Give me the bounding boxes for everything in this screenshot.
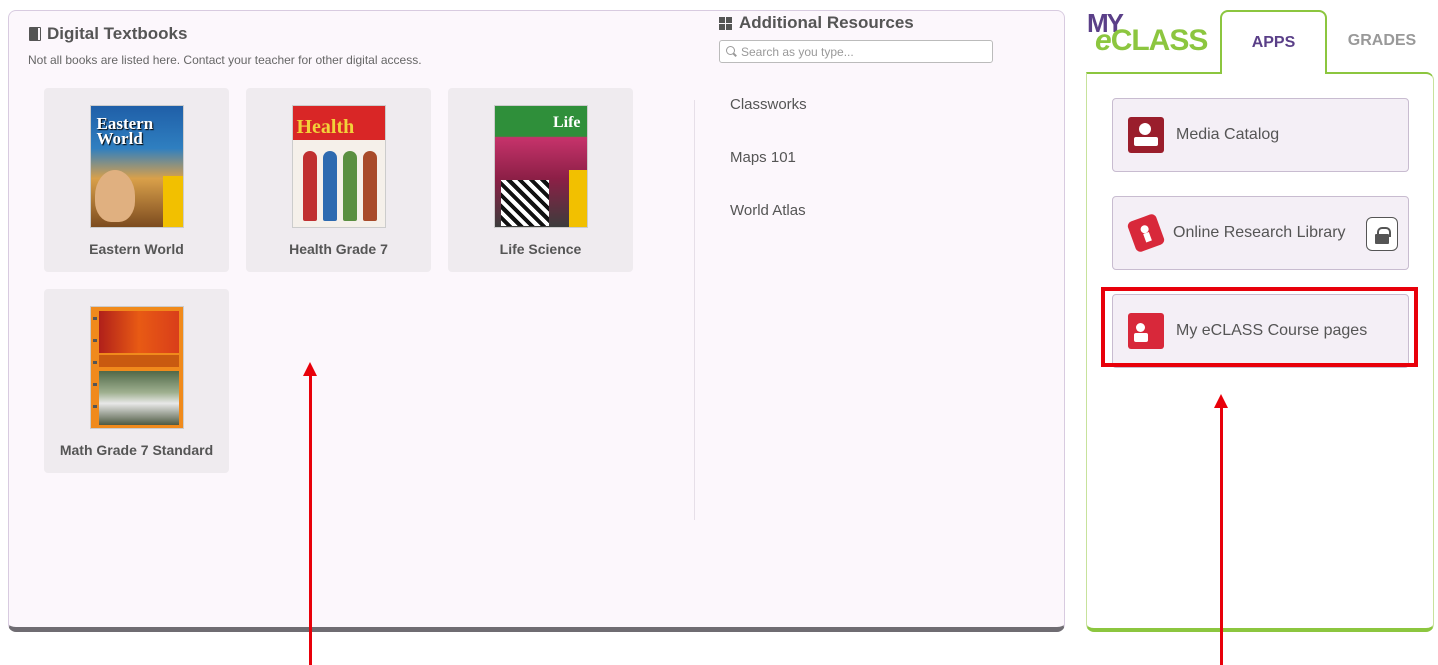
book-icon xyxy=(29,27,41,41)
resource-item-maps-101[interactable]: Maps 101 xyxy=(730,149,796,166)
book-title[interactable]: Life Science xyxy=(448,241,633,257)
search-icon xyxy=(726,46,737,57)
book-cover-eastern-world[interactable]: Eastern World xyxy=(89,105,184,228)
resource-item-world-atlas[interactable]: World Atlas xyxy=(730,202,806,219)
logo-eclass: eCLASS xyxy=(1095,24,1208,57)
book-title[interactable]: Math Grade 7 Standard xyxy=(44,442,229,458)
cover-title: Eastern World xyxy=(96,114,154,148)
resource-item-classworks[interactable]: Classworks xyxy=(730,96,807,113)
resources-heading: Additional Resources xyxy=(719,13,914,33)
book-card-health-grade-7[interactable]: Health Health Grade 7 xyxy=(246,88,431,272)
book-card-math-grade-7[interactable]: Math Grade 7 Standard xyxy=(44,289,229,473)
textbooks-heading: Digital Textbooks xyxy=(29,24,187,44)
book-title[interactable]: Health Grade 7 xyxy=(246,241,431,257)
annotation-arrow-left xyxy=(303,362,317,665)
resources-search[interactable] xyxy=(719,40,993,63)
tab-apps[interactable]: APPS xyxy=(1220,10,1327,74)
app-media-catalog-button[interactable]: Media Catalog xyxy=(1112,98,1409,172)
book-card-life-science[interactable]: Life Life Science xyxy=(448,88,633,272)
app-label: Media Catalog xyxy=(1176,126,1280,143)
app-label: Online Research Library xyxy=(1173,224,1346,241)
book-cover-math-grade-7[interactable] xyxy=(89,306,184,429)
book-cover-health-grade-7[interactable]: Health xyxy=(291,105,386,228)
textbooks-title: Digital Textbooks xyxy=(47,24,188,43)
textbooks-subtitle: Not all books are listed here. Contact y… xyxy=(28,53,422,67)
book-cover-life-science[interactable]: Life xyxy=(493,105,588,228)
media-catalog-icon xyxy=(1128,117,1164,153)
tab-grades[interactable]: GRADES xyxy=(1330,10,1434,72)
book-title[interactable]: Eastern World xyxy=(44,241,229,257)
resources-title: Additional Resources xyxy=(739,13,914,32)
section-divider xyxy=(694,100,695,520)
book-card-eastern-world[interactable]: Eastern World Eastern World xyxy=(44,88,229,272)
my-eclass-logo: MY eCLASS xyxy=(1087,8,1212,58)
lock-icon[interactable] xyxy=(1366,217,1398,251)
annotation-arrow-right xyxy=(1214,394,1228,665)
research-library-icon xyxy=(1126,212,1166,254)
resources-search-input[interactable] xyxy=(741,44,981,59)
textbooks-panel: Digital Textbooks Not all books are list… xyxy=(8,10,1065,632)
app-online-research-library-button[interactable]: Online Research Library xyxy=(1112,196,1409,270)
highlight-box xyxy=(1101,287,1418,367)
cover-title: Health xyxy=(296,116,355,138)
cover-title: Life xyxy=(552,114,581,131)
grid-icon xyxy=(719,16,732,30)
